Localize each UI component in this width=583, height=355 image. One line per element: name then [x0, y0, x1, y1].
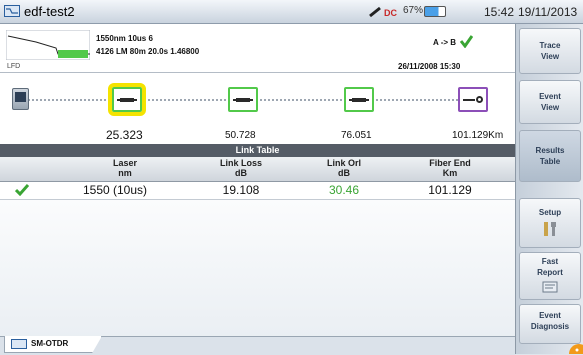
link-table-header: Laser nm Link Loss dB Link Orl dB Fiber End… — [0, 157, 515, 182]
tab-sm-otdr[interactable]: SM-OTDR — [4, 336, 102, 353]
tools-icon — [544, 222, 556, 236]
otdr-source-icon — [12, 88, 29, 110]
report-icon — [542, 281, 558, 293]
otdr-tab-icon — [11, 339, 27, 349]
col-header-laser: Laser nm — [112, 158, 138, 178]
results-table-button[interactable]: Results Table — [519, 130, 581, 182]
measurement-header: LFD 1550nm 10us 6 4126 LM 80m 20.0s 1.46… — [0, 24, 515, 73]
pass-check-icon — [15, 184, 29, 196]
trace-view-button[interactable]: Trace View — [519, 28, 581, 74]
fiber-end-icon[interactable] — [458, 87, 488, 112]
clock-time: 15:42 — [484, 5, 515, 19]
direction-label: A -> B — [433, 38, 457, 47]
event-view-button[interactable]: Event View — [519, 80, 581, 124]
event-distance-end: 101.129Km — [452, 130, 504, 141]
link-table-title: Link Table — [0, 144, 515, 157]
clock-date: 19/11/2013 — [518, 5, 578, 19]
otdr-app-icon — [4, 5, 20, 17]
battery-percent: 67% — [403, 5, 424, 16]
trace-thumbnail[interactable] — [6, 30, 90, 60]
event-connector-2-icon[interactable] — [228, 87, 258, 112]
probe-icon: DC — [369, 6, 397, 18]
cell-link-loss: 19.108 — [222, 183, 260, 197]
svg-text:DC: DC — [384, 8, 397, 18]
event-distance-3: 76.051 — [341, 130, 372, 141]
acquisition-date: 26/11/2008 15:30 — [398, 62, 461, 71]
event-distance-2: 50.728 — [225, 130, 256, 141]
help-badge-icon[interactable] — [555, 336, 583, 354]
title-bar: edf-test2 DC 67% 15:42 19/11/2013 — [0, 0, 583, 24]
link-map: 25.323 50.728 76.051 101.129Km — [0, 72, 515, 142]
fast-report-button[interactable]: Fast Report — [519, 252, 581, 300]
event-distance-1: 25.323 — [106, 128, 143, 142]
event-connector-3-icon[interactable] — [344, 87, 374, 112]
acq-params-line1: 1550nm 10us 6 — [96, 34, 153, 43]
event-connector-1-icon[interactable] — [108, 83, 146, 116]
col-header-link-orl: Link Orl dB — [326, 158, 361, 178]
setup-button[interactable]: Setup — [519, 198, 581, 248]
table-empty-area — [0, 200, 515, 354]
main-panel: LFD 1550nm 10us 6 4126 LM 80m 20.0s 1.46… — [0, 24, 515, 354]
cell-fiber-end: 101.129 — [428, 183, 472, 197]
pass-check-icon — [459, 35, 473, 48]
cell-laser: 1550 (10us) — [82, 183, 148, 197]
battery-icon — [424, 6, 446, 17]
cell-link-orl: 30.46 — [328, 183, 360, 197]
right-sidebar: Trace View Event View Results Table Setup F… — [515, 24, 583, 354]
trace-label: LFD — [7, 63, 21, 70]
tab-label: SM-OTDR — [31, 339, 69, 348]
col-header-fiber-end: Fiber End Km — [429, 158, 471, 178]
tab-bar: SM-OTDR — [0, 336, 515, 355]
acq-params-line2: 4126 LM 80m 20.0s 1.46800 — [96, 47, 200, 56]
table-row[interactable]: 1550 (10us) 19.108 30.46 101.129 — [0, 182, 515, 200]
window-title: edf-test2 — [24, 4, 75, 19]
col-header-link-loss: Link Loss dB — [219, 158, 262, 178]
